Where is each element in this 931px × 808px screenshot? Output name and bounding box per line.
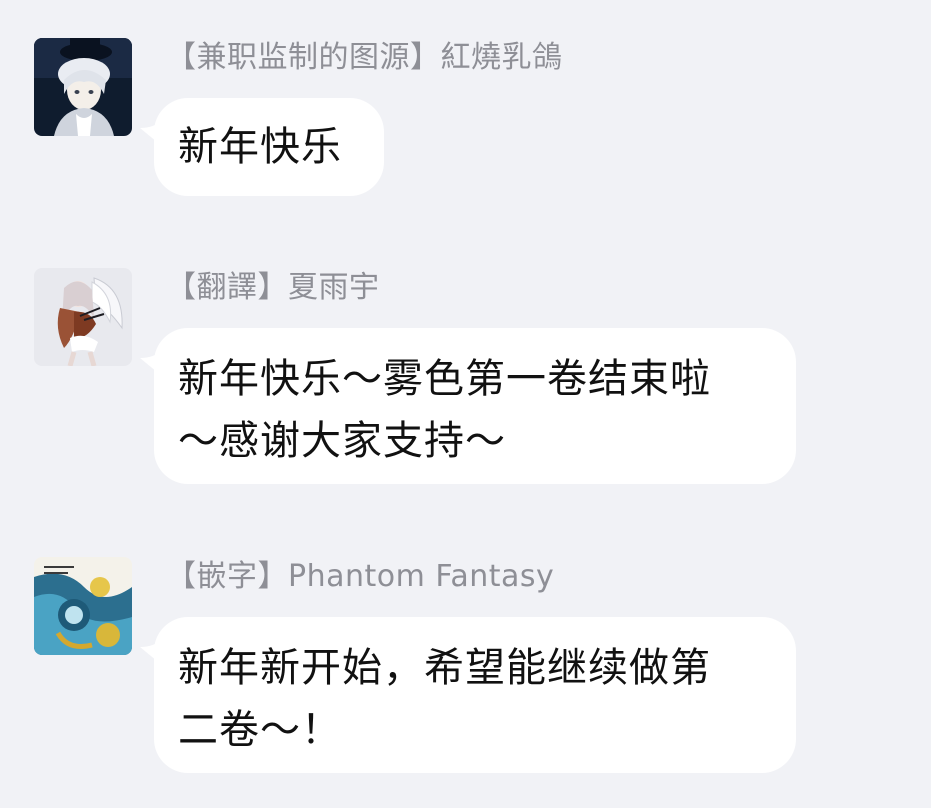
message-bubble[interactable]: 新年快乐～雾色第一卷结束啦 ～感谢大家支持～	[154, 328, 796, 484]
avatar-image	[34, 268, 132, 366]
message-bubble[interactable]: 新年快乐	[154, 98, 384, 196]
avatar-image	[34, 38, 132, 136]
avatar-image	[34, 557, 132, 655]
message-line: ～感谢大家支持～	[178, 418, 506, 464]
message-line: 新年新开始，希望能继续做第	[178, 645, 711, 691]
sender-name[interactable]: 【嵌字】Phantom Fantasy	[166, 559, 554, 595]
avatar-blue-swirl-art-icon[interactable]	[34, 557, 132, 655]
message-line: 新年快乐	[178, 124, 342, 170]
message-line: 二卷～！	[178, 707, 342, 753]
message-bubble[interactable]: 新年新开始，希望能继续做第 二卷～！	[154, 617, 796, 773]
message-line: 新年快乐～雾色第一卷结束啦	[178, 356, 711, 402]
chat-message-list: 【兼职监制的图源】紅燒乳鴿 新年快乐 【翻譯】夏雨宇 新年快乐～雾色第一卷结束啦…	[0, 0, 931, 808]
avatar-angel-girl-icon[interactable]	[34, 268, 132, 366]
avatar-boy-with-top-hat-icon[interactable]	[34, 38, 132, 136]
sender-name[interactable]: 【兼职监制的图源】紅燒乳鴿	[166, 40, 563, 76]
sender-name[interactable]: 【翻譯】夏雨宇	[166, 270, 380, 306]
